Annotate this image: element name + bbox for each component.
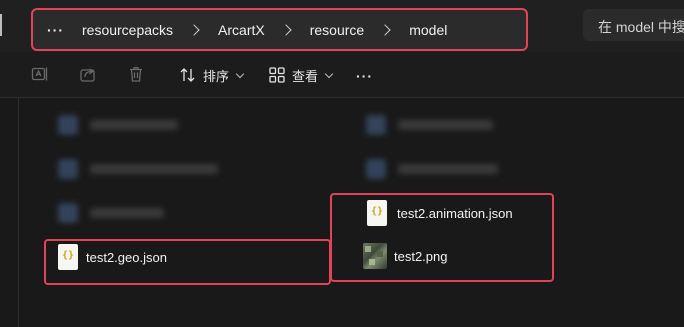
obscured-item bbox=[366, 158, 506, 180]
view-icon bbox=[269, 67, 285, 83]
file-name: test2.png bbox=[394, 248, 448, 264]
command-toolbar: 排序 查看 ··· bbox=[0, 53, 684, 98]
more-options-button[interactable]: ··· bbox=[356, 68, 373, 84]
nav-edge-icon[interactable] bbox=[0, 14, 6, 36]
view-label: 查看 bbox=[292, 68, 319, 84]
chevron-down-icon bbox=[235, 69, 245, 78]
breadcrumb[interactable]: ··· resourcepacks ArcartX resource model bbox=[31, 8, 528, 51]
sort-label: 排序 bbox=[203, 68, 230, 84]
obscured-item bbox=[58, 202, 173, 224]
obscured-item bbox=[58, 158, 223, 180]
json-file-icon: {} bbox=[58, 244, 78, 270]
file-explorer-window: ··· resourcepacks ArcartX resource model… bbox=[0, 0, 684, 327]
file-item-test2-geo-json[interactable]: {} test2.geo.json bbox=[58, 243, 167, 271]
sort-icon bbox=[180, 68, 195, 82]
file-name: test2.geo.json bbox=[86, 249, 167, 265]
address-bar-row: ··· resourcepacks ArcartX resource model… bbox=[0, 0, 684, 52]
obscured-item bbox=[58, 114, 188, 136]
breadcrumb-item-model[interactable]: model bbox=[409, 22, 447, 38]
breadcrumb-overflow-button[interactable]: ··· bbox=[47, 22, 64, 38]
file-item-test2-animation-json[interactable]: {} test2.animation.json bbox=[367, 199, 513, 227]
file-item-test2-png[interactable]: test2.png bbox=[363, 242, 448, 270]
breadcrumb-item-resourcepacks[interactable]: resourcepacks bbox=[82, 22, 173, 38]
file-name: test2.animation.json bbox=[397, 205, 513, 221]
rename-icon[interactable] bbox=[31, 65, 49, 83]
obscured-item bbox=[366, 114, 501, 136]
sort-button[interactable]: 排序 bbox=[179, 65, 245, 85]
search-input[interactable]: 在 model 中搜索 bbox=[583, 9, 684, 41]
navigation-pane-divider[interactable] bbox=[18, 98, 19, 327]
breadcrumb-item-arcartx[interactable]: ArcartX bbox=[218, 22, 265, 38]
breadcrumb-item-resource[interactable]: resource bbox=[310, 22, 364, 38]
image-file-icon bbox=[363, 243, 387, 269]
chevron-right-icon[interactable] bbox=[188, 23, 200, 36]
json-file-icon: {} bbox=[367, 200, 387, 226]
chevron-right-icon[interactable] bbox=[280, 23, 292, 36]
file-list-area: {} test2.animation.json test2.png {} tes… bbox=[0, 98, 684, 327]
delete-icon[interactable] bbox=[127, 65, 145, 83]
chevron-down-icon bbox=[324, 69, 334, 78]
view-button[interactable]: 查看 bbox=[268, 65, 334, 85]
chevron-right-icon[interactable] bbox=[379, 23, 391, 36]
share-icon[interactable] bbox=[79, 65, 97, 83]
